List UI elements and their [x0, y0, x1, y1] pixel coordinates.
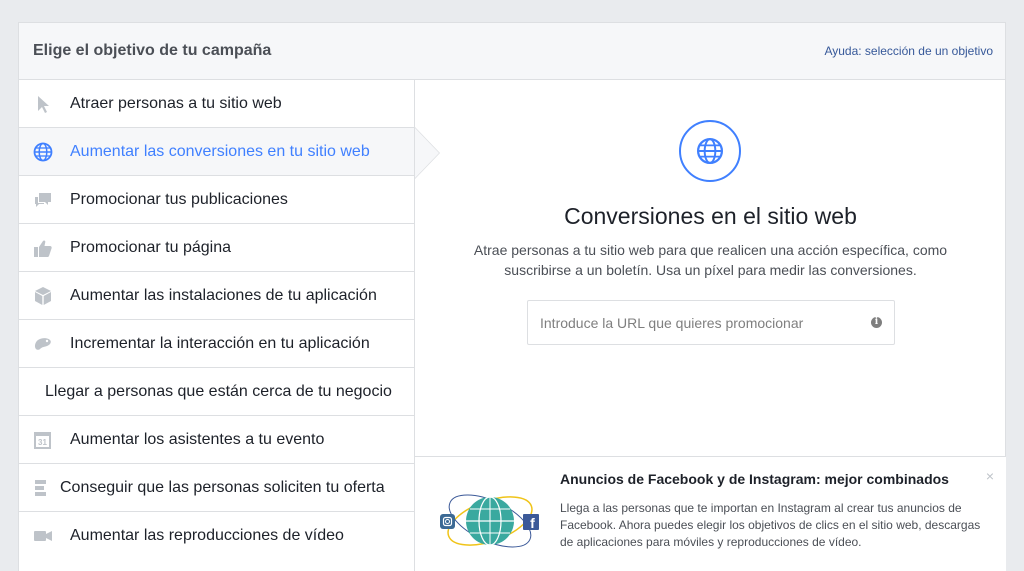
facebook-instagram-globe-illustration: f: [440, 494, 539, 548]
objective-item-conversions[interactable]: Aumentar las conversiones en tu sitio we…: [19, 128, 414, 176]
page-title: Elige el objetivo de tu campaña: [33, 42, 272, 59]
objective-item-video-views[interactable]: Aumentar las reproducciones de vídeo: [19, 512, 414, 560]
url-input[interactable]: [540, 313, 860, 333]
box-icon: [35, 287, 51, 305]
objective-label: Promocionar tus publicaciones: [70, 191, 288, 208]
objective-label: Incrementar la interacción en tu aplicac…: [70, 335, 370, 352]
gamepad-icon: [34, 338, 51, 350]
objective-label: Aumentar las reproducciones de vídeo: [70, 527, 344, 544]
detail-description: Atrae personas a tu sitio web para que r…: [473, 242, 948, 278]
objective-item-offer-claims[interactable]: Conseguir que las personas soliciten tu …: [19, 464, 414, 512]
promo-text: Llega a las personas que te importan en …: [560, 501, 981, 549]
speech-bubbles-icon: [35, 193, 51, 207]
objective-label: Conseguir que las personas soliciten tu …: [60, 479, 385, 496]
thumbs-up-icon: [34, 240, 52, 257]
cursor-icon: [38, 96, 49, 113]
objective-label: Aumentar los asistentes a tu evento: [70, 431, 325, 448]
promo-banner: f Anuncios de Facebook y de Instagram: m…: [415, 456, 1006, 571]
globe-badge: [679, 120, 741, 182]
objective-detail: Conversiones en el sitio web Atrae perso…: [415, 80, 1006, 456]
objective-label: Promocionar tu página: [70, 239, 231, 256]
objective-label: Aumentar las instalaciones de tu aplicac…: [70, 287, 377, 304]
objective-item-app-installs[interactable]: Aumentar las instalaciones de tu aplicac…: [19, 272, 414, 320]
objective-label: Aumentar las conversiones en tu sitio we…: [70, 143, 370, 160]
globe-icon: [33, 142, 53, 162]
objective-list: Atraer personas a tu sitio web Aumentar …: [19, 80, 415, 571]
objective-item-event-responses[interactable]: 31 Aumentar los asistentes a tu evento: [19, 416, 414, 464]
close-icon[interactable]: ×: [986, 468, 994, 484]
objective-label: Atraer personas a tu sitio web: [70, 95, 282, 112]
objective-item-app-engagement[interactable]: Incrementar la interacción en tu aplicac…: [19, 320, 414, 368]
objective-item-page-likes[interactable]: Promocionar tu página: [19, 224, 414, 272]
svg-text:f: f: [530, 515, 535, 531]
objective-item-post-engagement[interactable]: Promocionar tus publicaciones: [19, 176, 414, 224]
svg-text:31: 31: [38, 438, 47, 447]
help-link[interactable]: Ayuda: selección de un objetivo: [824, 44, 993, 58]
objective-item-traffic[interactable]: Atraer personas a tu sitio web: [19, 80, 414, 128]
objective-item-local-awareness[interactable]: Llegar a personas que están cerca de tu …: [19, 368, 414, 416]
video-camera-icon: [34, 531, 52, 541]
calendar-icon: 31: [34, 432, 51, 449]
promo-title: Anuncios de Facebook y de Instagram: mej…: [560, 471, 949, 487]
info-icon[interactable]: i: [871, 317, 882, 328]
panel-header: Elige el objetivo de tu campaña Ayuda: s…: [19, 23, 1005, 80]
offer-tag-icon: [35, 480, 46, 496]
objective-label: Llegar a personas que están cerca de tu …: [45, 383, 392, 400]
globe-icon: [696, 137, 724, 165]
campaign-objective-panel: Elige el objetivo de tu campaña Ayuda: s…: [18, 22, 1006, 571]
url-field-container: i: [527, 300, 895, 345]
detail-title: Conversiones en el sitio web: [564, 203, 857, 229]
